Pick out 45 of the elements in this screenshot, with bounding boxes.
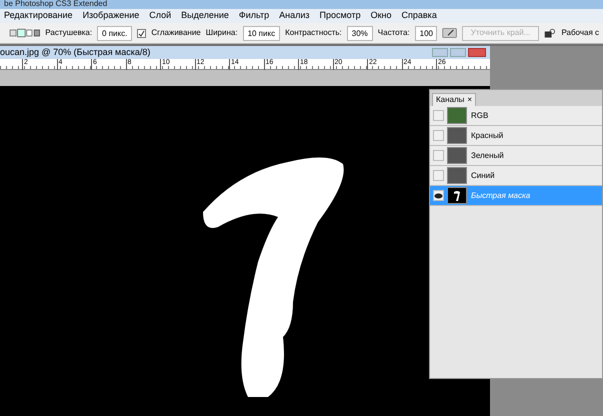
channel-name: RGB <box>471 110 488 122</box>
field-label: Растушевка: <box>45 27 92 39</box>
menu-item[interactable]: Просмотр <box>319 9 361 23</box>
field-label: Частота: <box>378 27 410 39</box>
tab-close-button[interactable]: × <box>467 96 472 104</box>
visibility-toggle[interactable] <box>433 170 444 181</box>
channel-name: Синий <box>471 170 495 182</box>
field-label: Ширина: <box>206 27 238 39</box>
visibility-toggle[interactable] <box>433 190 444 201</box>
input-field[interactable]: 30% <box>346 26 373 40</box>
checkbox[interactable] <box>137 28 146 38</box>
channel-row[interactable]: RGB <box>430 106 602 126</box>
channel-row[interactable]: Зеленый <box>430 146 602 166</box>
panel-tab[interactable]: Каналы × <box>432 93 476 106</box>
pen-tablet-icon[interactable] <box>442 25 457 41</box>
menu-item[interactable]: Выделение <box>181 9 229 23</box>
input-field[interactable]: 10 пикс <box>242 26 280 40</box>
visibility-toggle[interactable] <box>433 130 444 141</box>
menu-item[interactable]: Слой <box>149 9 172 23</box>
eye-icon <box>434 192 443 198</box>
tab-label: Каналы <box>436 94 464 106</box>
menu-item[interactable]: Фильтр <box>238 9 270 23</box>
visibility-toggle[interactable] <box>433 150 444 161</box>
menu-item[interactable]: Анализ <box>279 9 310 23</box>
menu-item[interactable]: Изображение <box>82 9 140 23</box>
mask-silhouette-icon <box>454 190 460 200</box>
field-label: Сглаживание <box>151 27 201 39</box>
maximize-button[interactable] <box>450 48 466 57</box>
close-button[interactable] <box>468 48 486 57</box>
channel-name: Зеленый <box>471 150 504 162</box>
title-bar: be Photoshop CS3 Extended <box>0 0 603 9</box>
visibility-toggle[interactable] <box>433 110 444 121</box>
input-field[interactable]: 0 пикс. <box>97 26 132 40</box>
minimize-button[interactable] <box>432 48 448 57</box>
channel-name: Быстрая маска <box>471 190 530 202</box>
channel-row[interactable]: Синий <box>430 166 602 186</box>
menu-item[interactable]: Редактирование <box>4 9 73 23</box>
menu-item[interactable]: Окно <box>370 9 392 23</box>
field-label: Контрастность: <box>285 27 342 39</box>
input-field[interactable]: 100 <box>414 26 437 40</box>
menu-item[interactable]: Справка <box>402 9 437 23</box>
document-title: oucan.jpg @ 70% (Быстрая маска/8) <box>0 46 150 59</box>
channel-row[interactable]: Красный <box>430 126 602 146</box>
channel-name: Красный <box>471 130 504 142</box>
workspace-label[interactable]: Рабочая с <box>561 27 599 39</box>
